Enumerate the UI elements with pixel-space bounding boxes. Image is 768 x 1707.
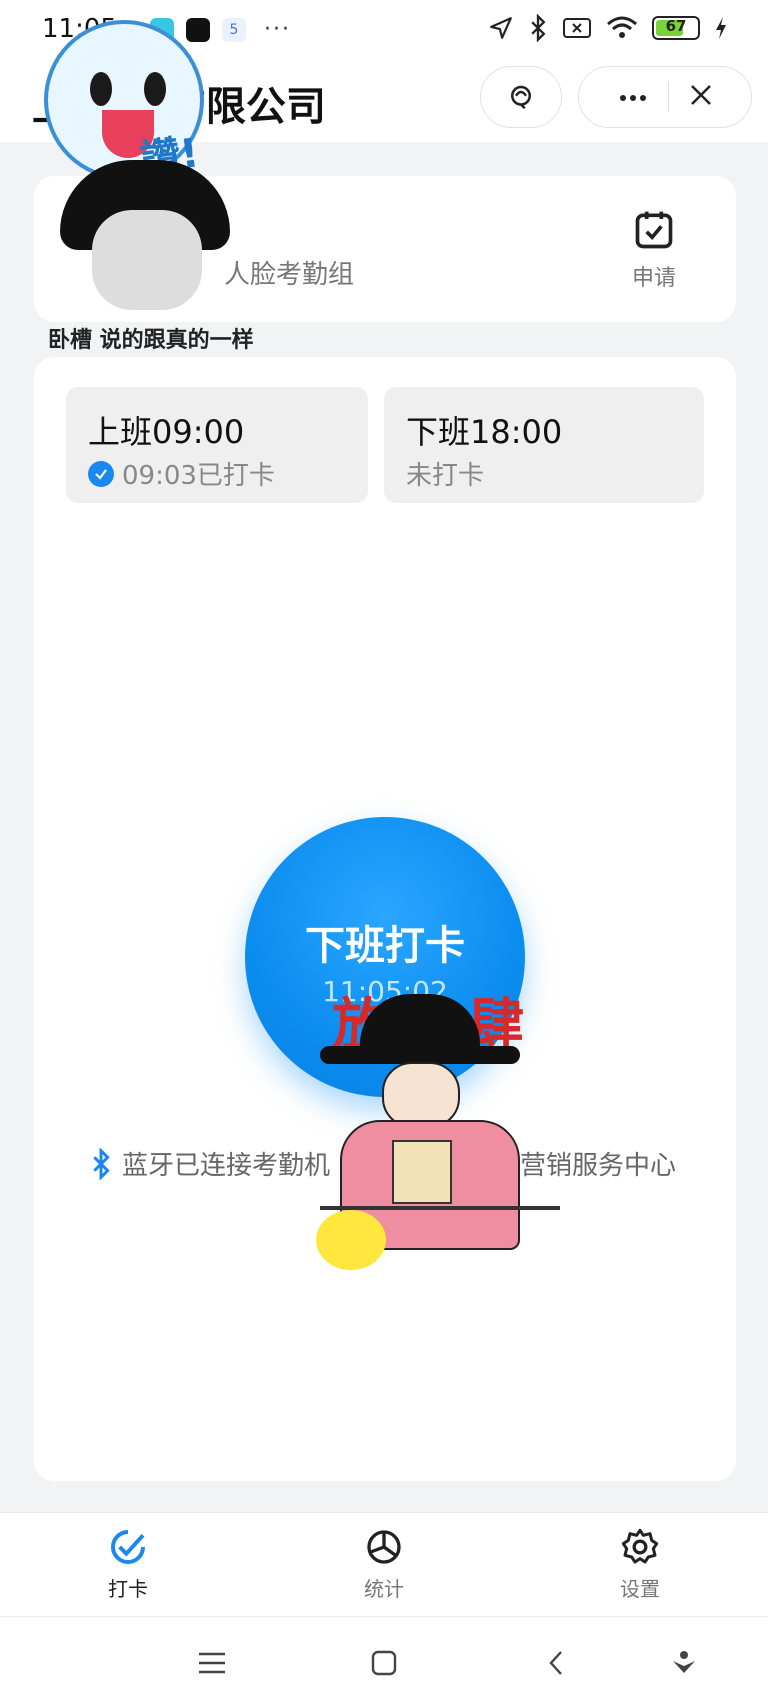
bluetooth-status-text: 蓝牙已连接考勤机 [122,1151,331,1181]
sticker-face [92,210,202,310]
bottom-tab-bar: 打卡 统计 设置 [0,1512,768,1616]
tab-settings-label: 设置 [620,1577,660,1601]
battery-icon: 67 [652,16,700,40]
system-nav-bar [0,1616,768,1707]
menu-button[interactable] [190,1641,234,1685]
bluetooth-icon [531,14,546,42]
shift-end-status-text: 未打卡 [406,461,485,491]
tab-clock-in[interactable]: 打卡 [0,1513,256,1616]
assistant-icon [673,1651,695,1673]
sticker-face [382,1062,460,1128]
clock-out-label: 下班打卡 [305,923,465,969]
bluetooth-status: 蓝牙已连接考勤机 [90,1145,330,1182]
check-icon [111,1530,145,1564]
more-icon [619,94,646,101]
meme-man-sticker [52,160,232,320]
sticker-eye [144,72,166,106]
status-right-icons: 67 [488,14,728,42]
home-button[interactable] [362,1641,406,1685]
shift-start-status-text: 09:03已打卡 [122,461,275,491]
gear-icon [621,1528,659,1564]
tab-statistics-label: 统计 [364,1577,404,1601]
charging-icon [716,17,726,39]
shift-start-status: 09:03已打卡 [88,455,275,492]
official-sticker [316,980,560,1270]
tab-clock-in-label: 打卡 [108,1577,148,1601]
apply-button[interactable]: 申请 [632,208,676,292]
sticker-eye [90,72,112,106]
clock-in-card: 上班09:00 09:03已打卡 下班18:00 未打卡 下班打卡 11:05:… [34,357,736,1481]
support-button[interactable] [480,66,562,128]
shift-end[interactable]: 下班18:00 未打卡 [384,387,704,503]
notif-badge: 5 [222,17,246,42]
wifi-icon [607,16,637,38]
support-agent-icon [511,85,531,110]
tiktok-icon [186,17,210,42]
shift-end-title: 下班18:00 [406,413,563,451]
more-button[interactable] [618,88,648,107]
back-icon [549,1651,562,1675]
close-button[interactable] [689,83,713,111]
tab-settings[interactable]: 设置 [512,1513,768,1616]
no-sim-icon [563,18,591,38]
capsule-divider [667,82,669,112]
location-icon [490,17,512,39]
tab-statistics[interactable]: 统计 [256,1513,512,1616]
checked-icon [88,460,114,487]
sticker-patch [392,1140,452,1204]
sticker-caption: 卧槽 说的跟真的一样 [48,328,254,353]
shift-start[interactable]: 上班09:00 09:03已打卡 [66,387,368,503]
back-button[interactable] [534,1641,578,1685]
home-icon [371,1650,397,1676]
apply-label: 申请 [631,266,676,291]
sticker-burst [316,1210,386,1270]
shift-end-status: 未打卡 [406,455,484,492]
close-icon [690,85,711,105]
group-name: 人脸考勤组 [224,260,355,290]
capsule-menu [578,66,752,128]
menu-icon [199,1652,225,1674]
battery-level: 67 [665,17,687,35]
status-more-icon: ··· [264,17,291,42]
bluetooth-icon [93,1147,110,1180]
chart-icon [367,1530,401,1564]
calendar-check-icon [635,211,673,249]
shift-start-title: 上班09:00 [88,413,245,451]
assistant-button[interactable] [662,1641,706,1685]
